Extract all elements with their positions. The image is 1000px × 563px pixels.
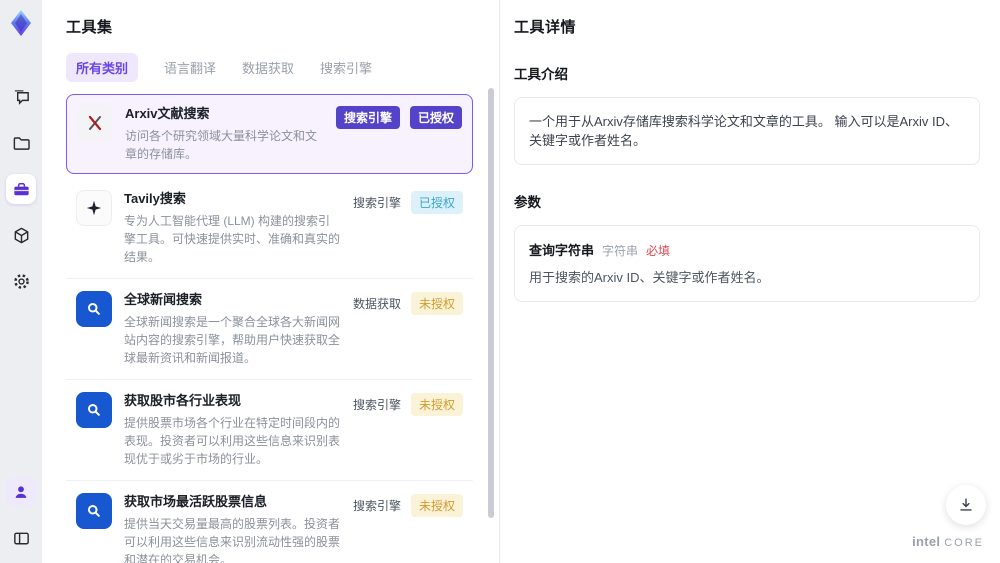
app-logo-icon [6, 8, 36, 38]
tool-desc: 提供当天交易量最高的股票列表。投资者可以利用这些信息来识别流动性强的股票和潜在的… [124, 517, 341, 563]
tool-item-tavily[interactable]: Tavily搜索 专为人工智能代理 (LLM) 构建的搜索引擎工具。可快速提供实… [66, 178, 473, 279]
app-sidebar [0, 0, 42, 563]
tool-item-global-news[interactable]: 全球新闻搜索 全球新闻搜索是一个聚合全球各大新闻网站内容的搜索引擎，帮助用户快速… [66, 279, 473, 380]
param-required-flag: 必填 [646, 244, 671, 258]
tab-data-fetch[interactable]: 数据获取 [242, 53, 294, 82]
settings-gear-icon[interactable] [6, 266, 36, 296]
tool-desc: 专为人工智能代理 (LLM) 构建的搜索引擎工具。可快速提供实时、准确和真实的结… [124, 214, 341, 264]
category-badge: 搜索引擎 [335, 106, 400, 129]
tool-name: 全球新闻搜索 [124, 292, 203, 307]
tab-language-translation[interactable]: 语言翻译 [164, 53, 216, 82]
category-label: 数据获取 [352, 297, 401, 311]
folder-icon[interactable] [6, 128, 36, 158]
params-section-header: 参数 [514, 195, 541, 210]
panel-toggle-icon[interactable] [6, 523, 36, 553]
intro-section-header: 工具介绍 [514, 67, 568, 82]
status-badge: 已授权 [409, 106, 462, 129]
intel-logo-text: intel [912, 534, 941, 549]
detail-title: 工具详情 [514, 19, 577, 36]
chat-icon[interactable] [6, 82, 36, 112]
download-button[interactable] [946, 485, 986, 525]
tool-name: 获取股市各行业表现 [124, 393, 242, 408]
category-label: 搜索引擎 [352, 398, 401, 412]
blue-search-icon [76, 392, 112, 428]
tools-panel-title: 工具集 [66, 19, 113, 36]
status-badge: 未授权 [410, 292, 463, 315]
tab-all-categories[interactable]: 所有类别 [66, 53, 139, 82]
blue-search-icon [76, 493, 112, 529]
blue-search-icon [76, 291, 112, 327]
tab-search-engine[interactable]: 搜索引擎 [320, 53, 372, 82]
arxiv-x-icon [77, 105, 113, 141]
status-badge: 已授权 [410, 191, 463, 214]
status-badge: 未授权 [410, 494, 463, 517]
tool-list: Arxiv文献搜索 访问各个研究领域大量科学论文和文章的存储库。 搜索引擎 已授… [66, 94, 499, 563]
param-name: 查询字符串 [529, 243, 595, 258]
tool-name: Arxiv文献搜索 [125, 106, 210, 121]
param-desc: 用于搜索的Arxiv ID、关键字或作者姓名。 [529, 270, 770, 285]
category-label: 搜索引擎 [352, 196, 401, 210]
tool-item-sector-performance[interactable]: 获取股市各行业表现 提供股票市场各个行业在特定时间段内的表现。投资者可以利用这些… [66, 380, 473, 481]
intel-core-logo: intel CORE [912, 533, 984, 551]
list-scrollbar[interactable] [488, 88, 494, 553]
status-badge: 未授权 [410, 393, 463, 416]
tool-name: Tavily搜索 [124, 191, 186, 206]
tools-panel: 工具集 所有类别 语言翻译 数据获取 搜索引擎 Arxiv文献搜索 访问各个研究… [42, 0, 500, 563]
tool-name: 获取市场最活跃股票信息 [124, 494, 268, 509]
cube-icon[interactable] [6, 220, 36, 250]
tavily-star-icon [76, 190, 112, 226]
tool-detail-panel: 工具详情 工具介绍 一个用于从Arxiv存储库搜索科学论文和文章的工具。 输入可… [500, 0, 1000, 563]
tool-desc: 全球新闻搜索是一个聚合全球各大新闻网站内容的搜索引擎，帮助用户快速获取全球最新资… [124, 315, 341, 365]
tool-desc: 访问各个研究领域大量科学论文和文章的存储库。 [125, 129, 318, 161]
tool-item-arxiv[interactable]: Arxiv文献搜索 访问各个研究领域大量科学论文和文章的存储库。 搜索引擎 已授… [66, 94, 473, 174]
tool-intro-box: 一个用于从Arxiv存储库搜索科学论文和文章的工具。 输入可以是Arxiv ID… [514, 97, 980, 165]
download-icon [960, 498, 972, 511]
tool-desc: 提供股票市场各个行业在特定时间段内的表现。投资者可以利用这些信息来识别表现优于或… [124, 416, 341, 466]
scrollbar-thumb[interactable] [488, 88, 494, 518]
category-label: 搜索引擎 [352, 499, 401, 513]
core-logo-text: CORE [944, 537, 984, 549]
app-window: 工具集 所有类别 语言翻译 数据获取 搜索引擎 Arxiv文献搜索 访问各个研究… [0, 0, 1000, 563]
category-tabs: 所有类别 语言翻译 数据获取 搜索引擎 [66, 53, 499, 82]
user-icon[interactable] [6, 477, 36, 507]
param-item: 查询字符串 字符串 必填 用于搜索的Arxiv ID、关键字或作者姓名。 [514, 225, 980, 302]
param-type: 字符串 [602, 244, 639, 258]
tool-item-most-active-stocks[interactable]: 获取市场最活跃股票信息 提供当天交易量最高的股票列表。投资者可以利用这些信息来识… [66, 481, 473, 563]
toolbox-icon[interactable] [6, 174, 36, 204]
